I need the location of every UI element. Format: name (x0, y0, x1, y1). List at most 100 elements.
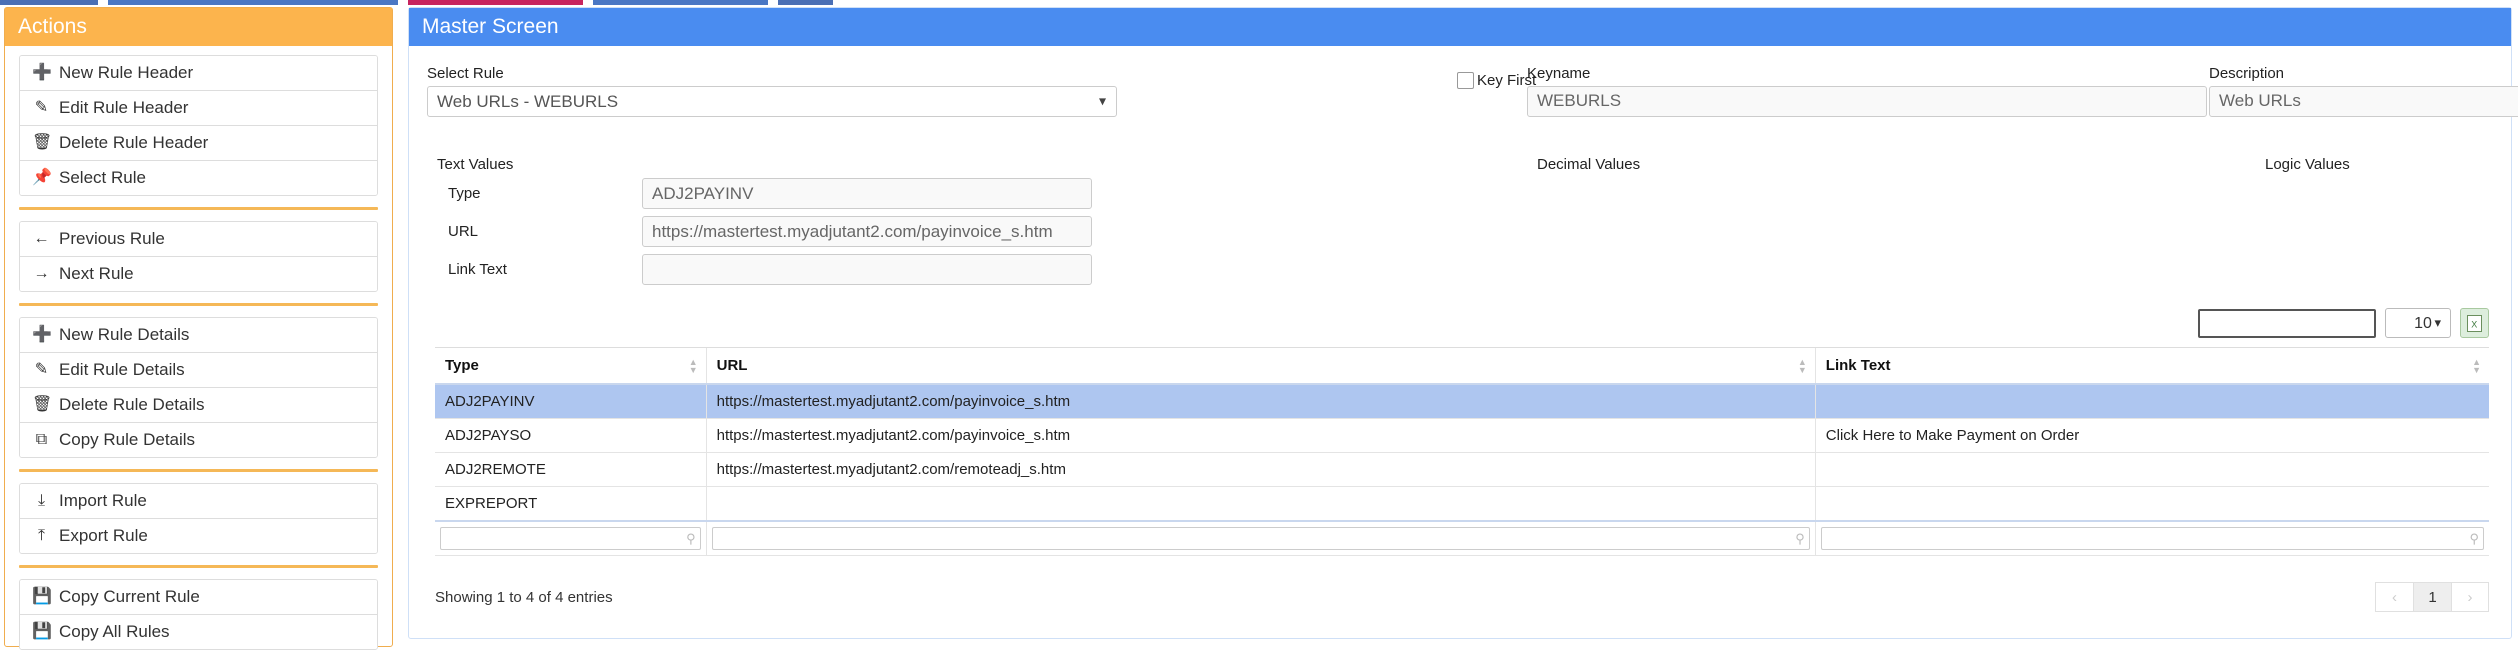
pencil-icon: ✎ (34, 360, 49, 378)
table-filter-row: ⚲ ⚲ ⚲ (435, 520, 2489, 556)
cell-type: ADJ2PAYINV (435, 384, 707, 419)
sort-arrows-icon: ▲ ▼ (688, 356, 698, 375)
table-row[interactable]: ADJ2PAYINV https://mastertest.myadjutant2… (435, 384, 2489, 419)
select-rule-label: Select Rule (427, 65, 504, 83)
column-url[interactable]: URL ▲ ▼ (705, 347, 1816, 385)
action-select-rule[interactable]: 📌 Select Rule (20, 161, 377, 196)
tab-gap-4 (768, 0, 778, 5)
table-row[interactable]: ADJ2REMOTE https://mastertest.myadjutant2… (435, 452, 2489, 487)
datatable-length-select[interactable]: 102550100 (2385, 308, 2451, 338)
text-value-row: URL (437, 216, 1537, 248)
actions-group-separator (19, 565, 378, 569)
save-icon: 💾 (32, 622, 52, 640)
keyname-label: Keyname (1527, 65, 1591, 83)
pagination-next[interactable]: › (2451, 582, 2489, 612)
filter-wrapper: ⚲ (1820, 527, 2484, 550)
actions-panel-title: Actions (5, 8, 392, 47)
action-label: Select Rule (59, 168, 146, 188)
excel-export-icon: X (2467, 314, 2482, 332)
action-previous-rule[interactable]: ← Previous Rule (20, 222, 377, 258)
select-rule-dropdown[interactable]: Web URLs - WEBURLS (427, 85, 1117, 117)
trash-icon: 🗑 (32, 395, 53, 413)
tab-stub-1[interactable] (0, 0, 98, 5)
plus-square-icon: ➕ (32, 63, 52, 81)
field-input-link-text[interactable] (642, 254, 1092, 286)
table-row[interactable]: EXPREPORT (435, 486, 2489, 522)
tab-stub-3[interactable] (408, 0, 583, 5)
tab-stub-2[interactable] (108, 0, 398, 5)
filter-cell: ⚲ (435, 520, 707, 556)
action-delete-rule-header[interactable]: 🗑 Delete Rule Header (20, 126, 377, 162)
datatable-search-input[interactable] (2198, 308, 2376, 338)
description-label: Description (2209, 65, 2285, 83)
text-values-heading: Text Values (437, 156, 514, 174)
cell-type: ADJ2PAYSO (435, 418, 707, 453)
action-new-rule-details[interactable]: ➕ New Rule Details (20, 318, 377, 354)
action-import-rule[interactable]: ⤓ Import Rule (20, 484, 377, 520)
action-label: Previous Rule (59, 229, 165, 249)
cell-url: https://mastertest.myadjutant2.com/payin… (705, 384, 1816, 419)
tab-stub-4[interactable] (593, 0, 768, 5)
action-label: New Rule Header (59, 63, 194, 83)
action-label: Edit Rule Details (59, 360, 185, 380)
filter-type[interactable] (440, 527, 701, 550)
arrow-right-icon: → (33, 264, 50, 282)
master-screen-panel: Master Screen Select Rule Web URLs - WEB… (408, 7, 2518, 639)
table-row[interactable]: ADJ2PAYSO https://mastertest.myadjutant2.… (435, 418, 2489, 453)
sort-arrows-icon: ▲ ▼ (2472, 356, 2481, 375)
cell-url (705, 486, 1816, 522)
text-value-row: Link Text (437, 254, 1537, 286)
action-new-rule-header[interactable]: ➕ New Rule Header (20, 56, 377, 92)
tab-gap-3 (583, 0, 593, 5)
key-first-checkbox[interactable] (1457, 72, 1474, 90)
action-next-rule[interactable]: → Next Rule (20, 257, 377, 292)
action-label: Copy All Rules (59, 622, 170, 642)
filter-cell: ⚲ (1814, 520, 2489, 556)
filter-wrapper: ⚲ (440, 527, 701, 550)
field-input-type[interactable] (642, 178, 1092, 210)
plus-square-icon: ➕ (32, 325, 52, 343)
filter-wrapper: ⚲ (711, 527, 1810, 550)
filter-url[interactable] (711, 527, 1810, 550)
field-input-url[interactable] (642, 216, 1092, 248)
column-type[interactable]: Type ▲ ▼ (435, 347, 707, 385)
action-export-rule[interactable]: ⤒ Export Rule (20, 519, 377, 554)
rule-header-group: ➕ New Rule Header ✎ Edit Rule Header 🗑 Delete… (19, 55, 378, 197)
column-label: Type (445, 357, 479, 374)
svg-text:X: X (2471, 319, 2477, 329)
action-label: Import Rule (59, 491, 147, 511)
field-label-type: Type (448, 185, 481, 203)
action-edit-rule-header[interactable]: ✎ Edit Rule Header (20, 91, 377, 127)
actions-list: ➕ New Rule Header ✎ Edit Rule Header 🗑 Delete… (5, 46, 392, 651)
action-label: Copy Current Rule (59, 587, 200, 607)
table-foot: ⚲ ⚲ ⚲ (435, 520, 2489, 556)
column-label: Link Text (1825, 357, 1891, 374)
action-delete-rule-details[interactable]: 🗑 Delete Rule Details (20, 388, 377, 424)
column-label: URL (716, 357, 748, 374)
action-label: Delete Rule Details (59, 395, 205, 415)
pagination-page[interactable]: 1 (2413, 582, 2451, 612)
datatable-footer: Showing 1 to 4 of 4 entries ‹ 1 › (435, 582, 2489, 612)
keyname-field[interactable] (1527, 85, 2207, 117)
action-copy-current-rule[interactable]: 💾 Copy Current Rule (20, 580, 377, 616)
tab-stub-5[interactable] (778, 0, 833, 5)
pagination-previous[interactable]: ‹ (2375, 582, 2413, 612)
copy-icon: ⧉ (35, 430, 48, 448)
rule-details-datatable: 102550100 ▾ X Type ▲▼ URL ▲▼ Link Text ▲▼ ADJ… (435, 308, 2489, 612)
filter-link-text[interactable] (1820, 527, 2484, 550)
actions-group-separator (19, 303, 378, 307)
table-body: ADJ2PAYINV https://mastertest.myadjutant2… (435, 384, 2489, 522)
action-copy-rule-details[interactable]: ⧉ Copy Rule Details (20, 423, 377, 458)
action-label: Next Rule (59, 264, 134, 284)
tab-rest (833, 0, 2518, 5)
cell-link-text (1814, 384, 2489, 419)
excel-export-button[interactable]: X (2460, 308, 2489, 338)
action-copy-all-rules[interactable]: 💾 Copy All Rules (20, 615, 377, 650)
description-field[interactable] (2209, 85, 2518, 117)
column-link-text[interactable]: Link Text ▲ ▼ (1814, 347, 2489, 385)
rule-header-form: Select Rule Web URLs - WEBURLS ▾ Key Fir… (409, 46, 2518, 156)
action-edit-rule-details[interactable]: ✎ Edit Rule Details (20, 353, 377, 389)
datatable-info: Showing 1 to 4 of 4 entries (435, 588, 613, 606)
action-label: Copy Rule Details (59, 430, 196, 450)
rule-details-table: Type ▲ ▼ URL ▲ ▼ Link Text ▲ ▼ ADJ2PAYINV https:/… (435, 347, 2489, 556)
